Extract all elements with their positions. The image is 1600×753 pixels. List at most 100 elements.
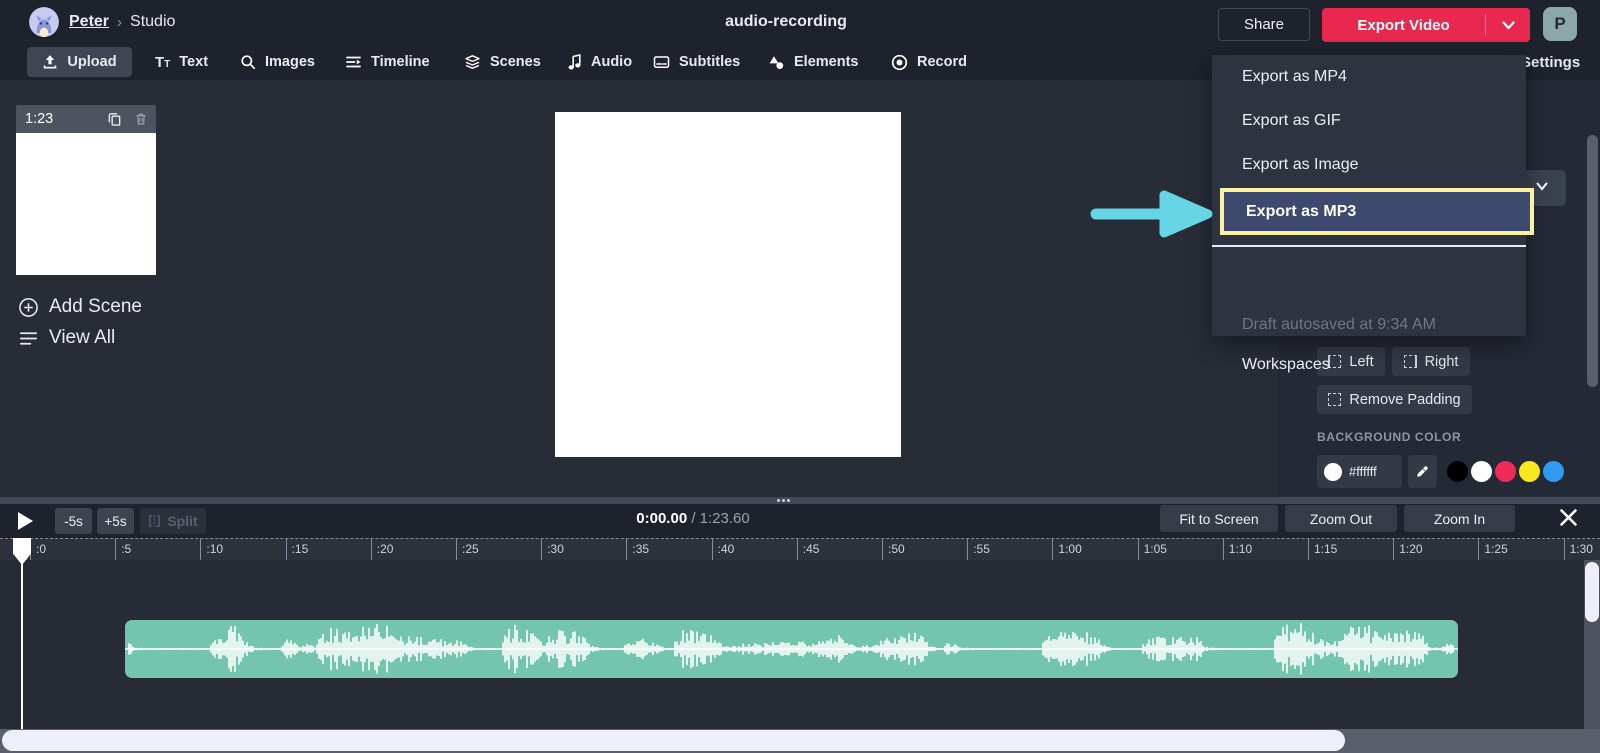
timeline-horizontal-scrollbar-thumb[interactable] <box>2 730 1345 751</box>
swatch-blue[interactable] <box>1543 461 1564 482</box>
chevron-down-icon[interactable] <box>1486 21 1530 30</box>
top-header: Peter › Studio audio-recording Share Exp… <box>0 0 1600 44</box>
duplicate-scene-icon[interactable] <box>107 111 122 127</box>
align-left-icon <box>1328 355 1341 368</box>
current-color-dot <box>1324 463 1342 481</box>
swatch-yellow[interactable] <box>1519 461 1540 482</box>
play-button[interactable] <box>18 512 33 530</box>
scenes-layers-icon <box>464 54 481 70</box>
breadcrumb-separator-icon: › <box>117 14 122 31</box>
record-icon <box>891 54 908 71</box>
export-mp3-highlight-box: Export as MP3 <box>1220 188 1534 235</box>
timeline-vertical-scrollbar-thumb[interactable] <box>1585 562 1599 622</box>
toolbar-item-timeline[interactable]: Timeline <box>345 47 430 77</box>
menu-divider <box>1212 245 1526 247</box>
toolbar-item-label: Upload <box>67 54 116 70</box>
eyedropper-icon <box>1415 464 1430 479</box>
toolbar-item-label: Audio <box>591 54 632 70</box>
view-all-label: View All <box>49 327 115 349</box>
search-icon <box>240 54 256 70</box>
toolbar-item-label: Timeline <box>371 54 430 70</box>
export-video-label: Export Video <box>1322 17 1485 34</box>
upload-icon <box>42 54 58 70</box>
toolbar-item-subtitles[interactable]: Subtitles <box>653 47 740 77</box>
toolbar-item-images[interactable]: Images <box>240 47 315 77</box>
list-icon <box>18 328 39 349</box>
skip-forward-button[interactable]: +5s <box>97 508 134 534</box>
export-video-button[interactable]: Export Video <box>1322 8 1530 42</box>
zoom-out-button[interactable]: Zoom Out <box>1285 505 1397 532</box>
background-color-label: BACKGROUND COLOR <box>1317 430 1461 444</box>
chevron-fragment-icon <box>1536 182 1548 192</box>
time-separator: / <box>687 510 700 527</box>
project-title[interactable]: audio-recording <box>636 13 936 31</box>
subtitles-icon <box>653 54 670 70</box>
settings-panel-scrollbar[interactable] <box>1587 135 1598 387</box>
delete-scene-icon[interactable] <box>134 111 148 127</box>
align-left-label: Left <box>1349 354 1373 370</box>
toolbar-item-record[interactable]: Record <box>891 47 967 77</box>
tab-settings[interactable]: Settings <box>1521 54 1580 71</box>
toolbar-item-label: Record <box>917 54 967 70</box>
eyedropper-button[interactable] <box>1408 455 1437 488</box>
swatch-black[interactable] <box>1447 461 1468 482</box>
menu-item-export-mp3[interactable]: Export as MP3 <box>1246 203 1356 221</box>
export-dropdown-menu: Export as MP4 Export as GIF Export as Im… <box>1212 55 1526 336</box>
toolbar-item-label: Subtitles <box>679 54 740 70</box>
swatch-white[interactable] <box>1471 461 1492 482</box>
user-avatar[interactable] <box>29 7 59 37</box>
toolbar-item-label: Elements <box>794 54 858 70</box>
view-all-button[interactable]: View All <box>18 327 115 349</box>
annotation-arrow-icon <box>1086 186 1222 242</box>
split-icon <box>148 514 161 528</box>
time-display: 0:00.00 / 1:23.60 <box>593 510 793 527</box>
align-right-icon <box>1404 355 1417 368</box>
menu-item-export-mp4[interactable]: Export as MP4 <box>1212 55 1526 99</box>
autosave-status: Draft autosaved at 9:34 AM <box>1242 310 1436 340</box>
drag-handle-dots-icon <box>777 499 790 502</box>
toolbar-item-upload[interactable]: Upload <box>27 47 132 77</box>
scene-thumbnail-preview[interactable] <box>16 133 156 275</box>
remove-padding-label: Remove Padding <box>1349 392 1460 408</box>
toolbar-item-audio[interactable]: Audio <box>568 47 632 77</box>
share-button[interactable]: Share <box>1218 8 1310 41</box>
remove-padding-icon <box>1328 393 1341 406</box>
waveform-graphic <box>125 620 1458 678</box>
cat-avatar-image <box>29 7 59 37</box>
video-canvas[interactable] <box>555 112 901 457</box>
breadcrumb-page: Studio <box>130 13 175 31</box>
toolbar-item-label: Scenes <box>490 54 541 70</box>
color-hex-value: #ffffff <box>1349 464 1377 479</box>
close-timeline-icon[interactable] <box>1558 507 1579 533</box>
add-scene-button[interactable]: Add Scene <box>18 296 142 318</box>
audio-waveform-clip[interactable] <box>125 620 1458 678</box>
swatch-red[interactable] <box>1495 461 1516 482</box>
video-editor-app: Peter › Studio audio-recording Share Exp… <box>0 0 1600 753</box>
zoom-in-button[interactable]: Zoom In <box>1404 505 1515 532</box>
menu-item-workspaces[interactable]: Workspaces <box>1242 350 1330 380</box>
menu-item-export-image[interactable]: Export as Image <box>1212 143 1526 187</box>
current-time: 0:00.00 <box>636 510 687 527</box>
fit-to-screen-button[interactable]: Fit to Screen <box>1160 505 1278 532</box>
skip-back-button[interactable]: -5s <box>55 508 92 534</box>
timeline-ruler[interactable]: :0:5:10:15:20:25:30:35:40:45:50:551:001:… <box>0 538 1600 560</box>
timeline-resize-handle[interactable] <box>0 497 1600 504</box>
color-swatch-row <box>1447 461 1564 482</box>
background-color-value-button[interactable]: #ffffff <box>1317 455 1402 488</box>
total-duration: 1:23.60 <box>700 510 750 527</box>
toolbar-item-scenes[interactable]: Scenes <box>464 47 541 77</box>
text-icon: TT <box>155 55 170 70</box>
scene-thumbnail-card[interactable]: 1:23 <box>16 105 156 275</box>
breadcrumb-user[interactable]: Peter <box>69 13 109 31</box>
add-scene-label: Add Scene <box>49 296 142 318</box>
toolbar-item-text[interactable]: TT Text <box>155 47 208 77</box>
profile-avatar[interactable]: P <box>1543 7 1577 41</box>
playhead-line <box>21 538 23 729</box>
menu-item-export-gif[interactable]: Export as GIF <box>1212 99 1526 143</box>
toolbar-item-label: Text <box>179 54 208 70</box>
remove-padding-button[interactable]: Remove Padding <box>1317 385 1472 414</box>
toolbar-item-label: Images <box>265 54 315 70</box>
toolbar-item-elements[interactable]: Elements <box>768 47 858 77</box>
align-right-button[interactable]: Right <box>1392 347 1470 376</box>
split-button: Split <box>140 508 206 534</box>
